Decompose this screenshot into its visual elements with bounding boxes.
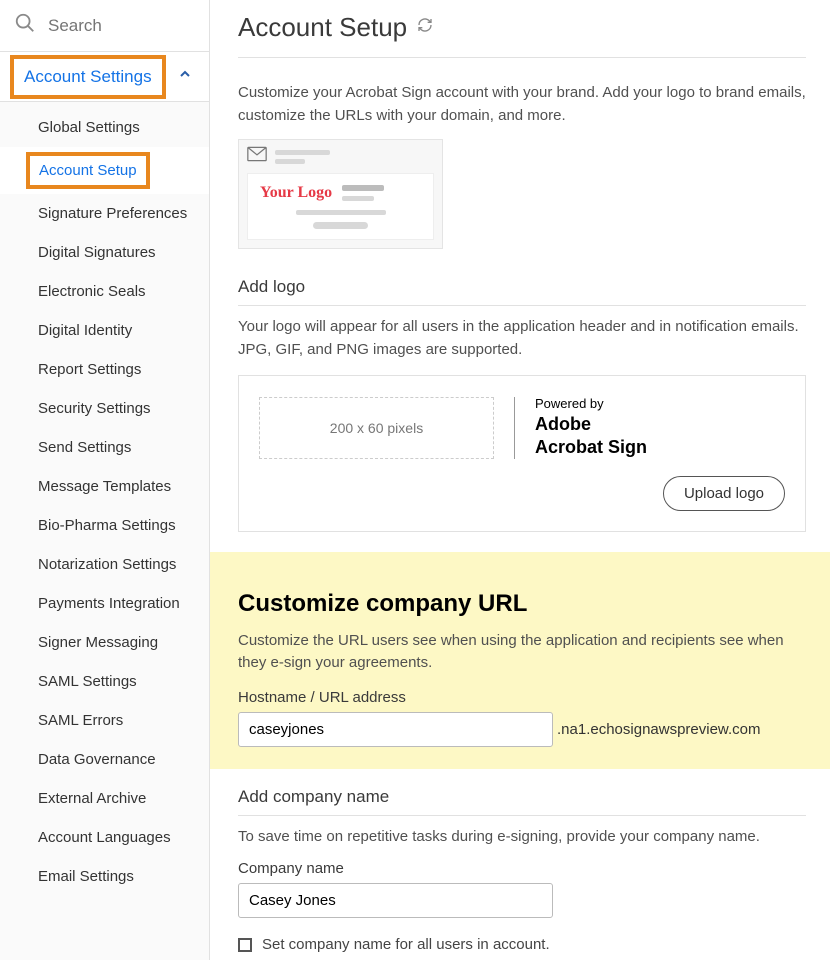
sidebar-item-digital-identity[interactable]: Digital Identity	[0, 311, 209, 350]
illustration-logo-text: Your Logo	[260, 184, 332, 202]
sidebar-item-bio-pharma-settings[interactable]: Bio-Pharma Settings	[0, 506, 209, 545]
sidebar-item-account-setup[interactable]: Account Setup	[0, 147, 209, 194]
brand-line1: Adobe	[535, 413, 647, 436]
company-name-section: Add company name To save time on repetit…	[238, 787, 806, 954]
sidebar-item-send-settings[interactable]: Send Settings	[0, 428, 209, 467]
sidebar-item-message-templates[interactable]: Message Templates	[0, 467, 209, 506]
sidebar-item-saml-settings[interactable]: SAML Settings	[0, 662, 209, 701]
intro-text: Customize your Acrobat Sign account with…	[238, 82, 806, 127]
sidebar-nav: Global Settings Account Setup Signature Pr…	[0, 102, 209, 896]
search-box[interactable]	[0, 0, 209, 51]
checkbox-icon[interactable]	[238, 938, 252, 952]
add-logo-heading: Add logo	[238, 277, 806, 306]
sidebar-item-electronic-seals[interactable]: Electronic Seals	[0, 272, 209, 311]
brand-line2: Acrobat Sign	[535, 436, 647, 459]
hostname-label: Hostname / URL address	[238, 689, 806, 706]
sidebar-item-account-languages[interactable]: Account Languages	[0, 818, 209, 857]
customize-url-heading: Customize company URL	[238, 590, 806, 618]
add-logo-section: Add logo Your logo will appear for all u…	[238, 277, 806, 532]
sidebar-item-signer-messaging[interactable]: Signer Messaging	[0, 623, 209, 662]
powered-by-label: Powered by	[535, 396, 647, 413]
hostname-suffix: .na1.echosignawspreview.com	[557, 721, 760, 738]
envelope-icon	[247, 146, 267, 167]
sidebar-item-security-settings[interactable]: Security Settings	[0, 389, 209, 428]
chevron-up-icon	[177, 66, 193, 87]
set-for-all-row[interactable]: Set company name for all users in accoun…	[238, 936, 806, 953]
customize-url-section: Customize company URL Customize the URL …	[210, 552, 830, 769]
set-for-all-label: Set company name for all users in accoun…	[262, 936, 550, 953]
powered-by-brand: Powered by Adobe Acrobat Sign	[535, 396, 647, 460]
sidebar-item-digital-signatures[interactable]: Digital Signatures	[0, 233, 209, 272]
company-name-input[interactable]	[238, 883, 553, 918]
sidebar-item-email-settings[interactable]: Email Settings	[0, 857, 209, 896]
upload-logo-button[interactable]: Upload logo	[663, 476, 785, 511]
logo-box: 200 x 60 pixels Powered by Adobe Acrobat…	[238, 375, 806, 532]
sidebar-item-global-settings[interactable]: Global Settings	[0, 108, 209, 147]
sidebar-item-data-governance[interactable]: Data Governance	[0, 740, 209, 779]
divider	[514, 397, 515, 459]
sidebar-item-saml-errors[interactable]: SAML Errors	[0, 701, 209, 740]
search-icon	[14, 12, 36, 39]
app-shell: Account Settings Global SettingsAccount …	[0, 0, 830, 960]
page-title: Account Setup	[238, 12, 407, 43]
page-title-row: Account Setup	[238, 12, 806, 58]
sidebar-item-label: Account Setup	[26, 152, 150, 189]
sidebar-item-signature-preferences[interactable]: Signature Preferences	[0, 194, 209, 233]
hostname-input[interactable]	[238, 712, 553, 747]
customize-url-desc: Customize the URL users see when using t…	[238, 630, 806, 675]
sidebar-section-label: Account Settings	[10, 55, 166, 99]
sidebar-section-account-settings[interactable]: Account Settings	[0, 51, 209, 102]
sidebar-item-payments-integration[interactable]: Payments Integration	[0, 584, 209, 623]
company-name-heading: Add company name	[238, 787, 806, 816]
company-name-label: Company name	[238, 860, 806, 877]
sidebar-item-notarization-settings[interactable]: Notarization Settings	[0, 545, 209, 584]
search-input[interactable]	[46, 15, 195, 37]
add-logo-desc: Your logo will appear for all users in t…	[238, 316, 806, 361]
logo-dropzone[interactable]: 200 x 60 pixels	[259, 397, 494, 459]
brand-illustration: Your Logo	[238, 139, 443, 249]
refresh-icon[interactable]	[417, 17, 433, 38]
main-content: Account Setup Customize your Acrobat Sig…	[210, 0, 830, 960]
sidebar: Account Settings Global Settings Account …	[0, 0, 210, 960]
sidebar-item-report-settings[interactable]: Report Settings	[0, 350, 209, 389]
sidebar-item-external-archive[interactable]: External Archive	[0, 779, 209, 818]
company-name-desc: To save time on repetitive tasks during …	[238, 826, 806, 849]
